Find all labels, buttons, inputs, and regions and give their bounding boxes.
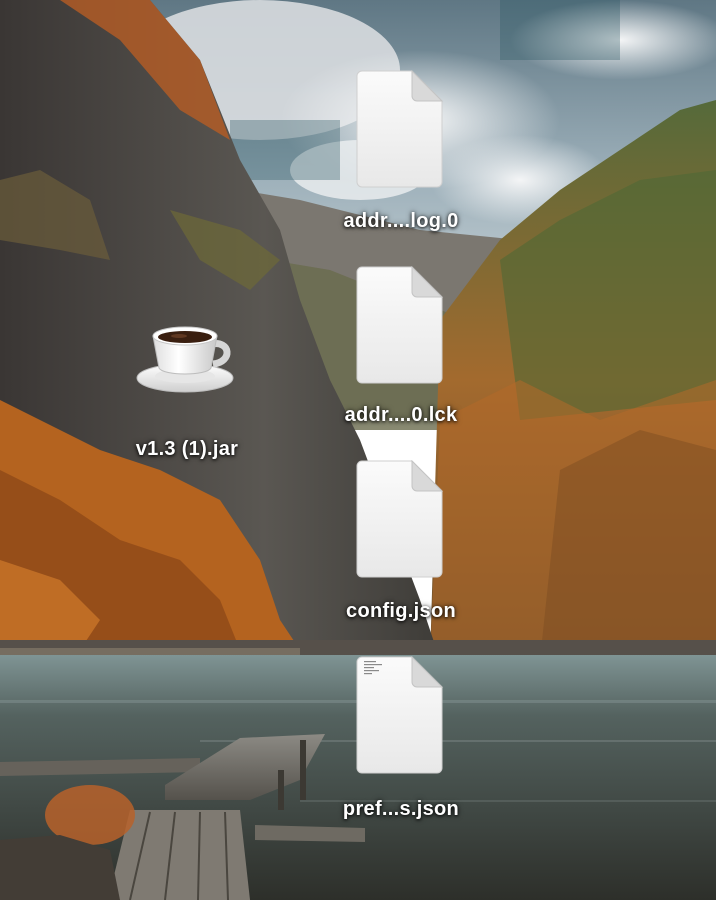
desktop-icon-jar[interactable]: v1.3 (1).jar [97,316,277,486]
desktop-icon-addr-log[interactable]: addr....log.0 [311,70,491,240]
desktop-icon-config[interactable]: config.json [311,460,491,630]
icon-label: pref...s.json [342,798,460,820]
document-icon [356,460,444,578]
desktop-icon-addr-lck[interactable]: addr....0.lck [311,266,491,436]
icon-label: addr....0.lck [344,404,458,426]
icon-label: v1.3 (1).jar [135,438,239,460]
text-document-icon [356,656,444,774]
document-icon [356,70,444,188]
desktop[interactable]: addr....log.0 addr....0.lck v1.3 (1).jar… [0,0,716,900]
document-icon [356,266,444,384]
icon-label: config.json [346,600,456,622]
java-coffee-cup-icon [136,326,234,393]
icon-label: addr....log.0 [343,210,459,232]
desktop-icon-prefs[interactable]: pref...s.json [311,656,491,826]
